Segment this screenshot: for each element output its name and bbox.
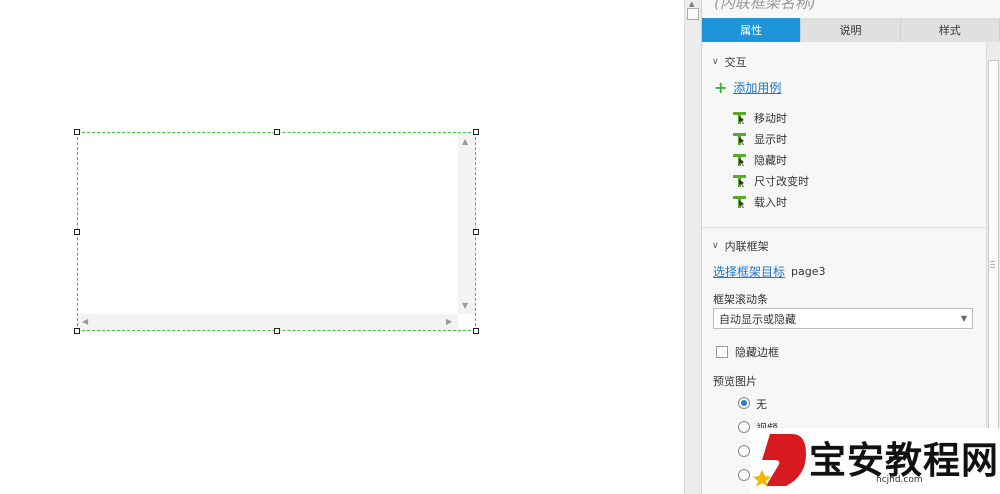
section-divider bbox=[702, 227, 986, 228]
inspector-tabs: 属性 说明 样式 bbox=[702, 18, 1000, 42]
hide-border-checkbox[interactable] bbox=[716, 346, 728, 358]
scrollbar-thumb[interactable] bbox=[687, 8, 699, 20]
frame-scrollbar-value: 自动显示或隐藏 bbox=[719, 312, 796, 326]
event-label: 载入时 bbox=[754, 196, 787, 209]
resize-handle-left[interactable] bbox=[74, 229, 80, 235]
event-label: 尺寸改变时 bbox=[754, 175, 809, 188]
frame-target-value: page3 bbox=[791, 265, 826, 278]
dropdown-arrow-icon: ▼ bbox=[960, 314, 967, 323]
widget-name-field[interactable]: (内联框架名称) bbox=[714, 0, 816, 13]
watermark-url: hcjhd.com bbox=[876, 475, 923, 485]
event-icon bbox=[733, 112, 746, 124]
preview-option-label: 无 bbox=[756, 398, 767, 411]
iframe-section-label: 内联框架 bbox=[724, 240, 769, 253]
chevron-down-icon: ∨ bbox=[712, 241, 719, 251]
resize-handle-top[interactable] bbox=[274, 129, 280, 135]
event-on-hide[interactable]: 隐藏时 bbox=[733, 152, 787, 168]
frame-target-row: 选择框架目标 page3 bbox=[713, 263, 826, 280]
frame-scrollbar-select[interactable]: 自动显示或隐藏 ▼ bbox=[713, 308, 973, 329]
plus-icon: + bbox=[714, 77, 728, 97]
choose-frame-target-link[interactable]: 选择框架目标 bbox=[713, 263, 785, 280]
iframe-section-header[interactable]: ∨ 内联框架 bbox=[712, 238, 769, 254]
interaction-section-label: 交互 bbox=[724, 56, 747, 69]
event-on-resize[interactable]: 尺寸改变时 bbox=[733, 173, 809, 189]
event-icon bbox=[733, 154, 746, 166]
inspector-panel: (内联框架名称) 属性 说明 样式 ∨ 交互 + 添加用例 移动时 显示时 隐藏… bbox=[702, 0, 1000, 494]
interaction-section-header[interactable]: ∨ 交互 bbox=[712, 54, 747, 70]
tab-style[interactable]: 样式 bbox=[900, 18, 1000, 42]
frame-scrollbar-label: 框架滚动条 bbox=[713, 293, 768, 306]
add-case-link[interactable]: + 添加用例 bbox=[714, 79, 781, 96]
preview-option-video-radio[interactable] bbox=[738, 421, 750, 433]
preview-option-3-radio[interactable] bbox=[738, 445, 750, 457]
event-icon bbox=[733, 133, 746, 145]
chevron-down-icon: ∨ bbox=[712, 57, 719, 67]
resize-handle-top-right[interactable] bbox=[473, 129, 479, 135]
resize-handle-bottom-right[interactable] bbox=[473, 328, 479, 334]
resize-handle-top-left[interactable] bbox=[74, 129, 80, 135]
preview-image-label: 预览图片 bbox=[713, 375, 757, 388]
design-canvas[interactable]: ▲ ▼ ◀ ▶ bbox=[0, 0, 684, 494]
add-case-label[interactable]: 添加用例 bbox=[733, 79, 781, 96]
event-label: 显示时 bbox=[754, 133, 787, 146]
scrollbar-grip-icon: ─ ─ ─ bbox=[990, 257, 995, 272]
tab-notes[interactable]: 说明 bbox=[801, 18, 901, 42]
resize-handle-right[interactable] bbox=[473, 229, 479, 235]
resize-handle-bottom-left[interactable] bbox=[74, 328, 80, 334]
event-icon bbox=[733, 175, 746, 187]
event-on-show[interactable]: 显示时 bbox=[733, 131, 787, 147]
event-on-move[interactable]: 移动时 bbox=[733, 110, 787, 126]
event-label: 移动时 bbox=[754, 112, 787, 125]
hide-border-row[interactable]: 隐藏边框 bbox=[716, 344, 779, 360]
event-label: 隐藏时 bbox=[754, 154, 787, 167]
scroll-up-arrow-icon[interactable]: ▲ bbox=[689, 0, 694, 8]
resize-handle-bottom[interactable] bbox=[274, 328, 280, 334]
tab-properties[interactable]: 属性 bbox=[702, 18, 802, 42]
canvas-vertical-scrollbar[interactable]: ▲ bbox=[684, 0, 702, 494]
event-icon bbox=[733, 196, 746, 208]
preview-option-none-radio[interactable] bbox=[738, 397, 750, 409]
hide-border-label: 隐藏边框 bbox=[735, 346, 779, 359]
selection-outline bbox=[77, 132, 476, 331]
event-on-load[interactable]: 载入时 bbox=[733, 194, 787, 210]
watermark: 宝安教程网 hcjhd.com bbox=[750, 428, 1000, 494]
watermark-logo bbox=[753, 434, 806, 487]
preview-option-4-radio[interactable] bbox=[738, 469, 750, 481]
panel-vertical-scrollbar[interactable]: ─ ─ ─ bbox=[986, 42, 1000, 494]
